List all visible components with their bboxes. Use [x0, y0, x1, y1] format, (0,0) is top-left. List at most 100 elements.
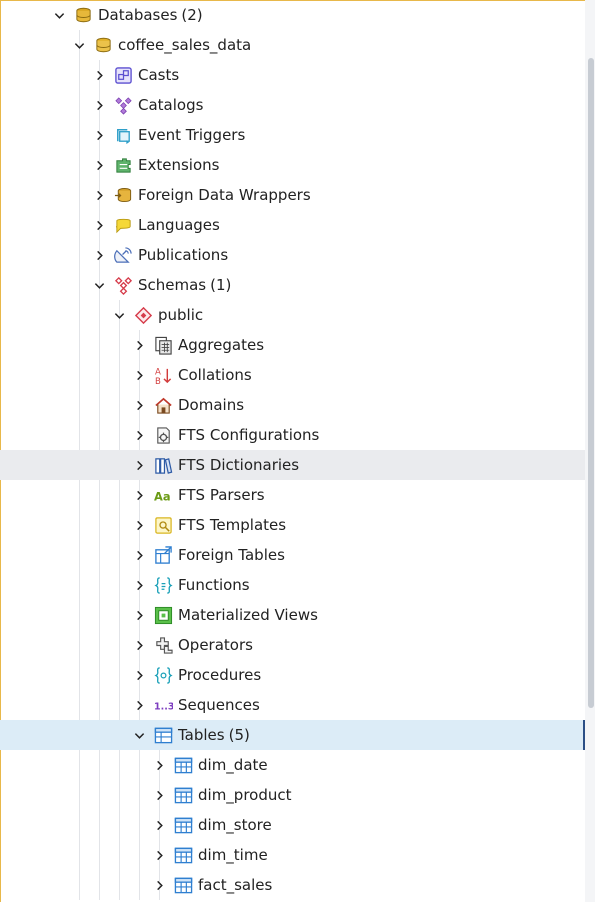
- schema-icon: [134, 306, 153, 325]
- chevron-right-icon[interactable]: [132, 548, 146, 562]
- tree-node-text: FTS Dictionaries: [178, 456, 300, 474]
- tree-node-coffee-sales-data[interactable]: coffee_sales_data: [0, 30, 585, 60]
- tree-node-label: coffee_sales_data: [118, 36, 251, 54]
- tree-node-fts-dictionaries[interactable]: FTS Dictionaries: [0, 450, 585, 480]
- tree-node-functions[interactable]: Functions: [0, 570, 585, 600]
- chevron-right-icon[interactable]: [132, 338, 146, 352]
- tree-node-collations[interactable]: A B Collations: [0, 360, 585, 390]
- tree-node-tables[interactable]: Tables (5): [0, 720, 585, 750]
- databases-icon: [74, 6, 93, 25]
- table-icon: [174, 816, 193, 835]
- tree-node-label: Databases (2): [98, 6, 203, 24]
- chevron-right-icon[interactable]: [92, 158, 106, 172]
- tree-node-aggregates[interactable]: Aggregates: [0, 330, 585, 360]
- chevron-right-icon[interactable]: [92, 248, 106, 262]
- chevron-right-icon[interactable]: [132, 638, 146, 652]
- publications-icon: [114, 246, 133, 265]
- tree-node-text: FTS Templates: [178, 516, 287, 534]
- chevron-right-icon[interactable]: [152, 818, 166, 832]
- chevron-right-icon[interactable]: [152, 878, 166, 892]
- schemas-icon: [114, 276, 133, 295]
- tree-node-public[interactable]: public: [0, 300, 585, 330]
- sequences-icon: 1..3: [154, 696, 173, 715]
- tree-node-fts-templates[interactable]: FTS Templates: [0, 510, 585, 540]
- foreign-tables-icon: [154, 546, 173, 565]
- tree-node-label: Foreign Data Wrappers: [138, 186, 311, 204]
- tree-node-text: Functions: [178, 576, 250, 594]
- chevron-right-icon[interactable]: [152, 758, 166, 772]
- chevron-right-icon[interactable]: [132, 668, 146, 682]
- tree-node-dim-date[interactable]: dim_date: [0, 750, 585, 780]
- tree-node-text: Tables: [178, 726, 225, 744]
- tree-node-text: dim_store: [198, 816, 272, 834]
- tree-node-count: (2): [181, 6, 203, 24]
- tree-node-dim-store[interactable]: dim_store: [0, 810, 585, 840]
- chevron-right-icon[interactable]: [92, 68, 106, 82]
- fts-configurations-icon: [154, 426, 173, 445]
- tree-node-foreign-tables[interactable]: Foreign Tables: [0, 540, 585, 570]
- functions-icon: [154, 576, 173, 595]
- tree-node-text: Event Triggers: [138, 126, 246, 144]
- chevron-right-icon[interactable]: [132, 368, 146, 382]
- chevron-down-icon[interactable]: [92, 278, 106, 292]
- chevron-right-icon[interactable]: [132, 488, 146, 502]
- tree-node-text: Operators: [178, 636, 253, 654]
- tree-node-databases[interactable]: Databases (2): [0, 0, 585, 30]
- tree-node-label: FTS Dictionaries: [178, 456, 299, 474]
- chevron-right-icon[interactable]: [132, 398, 146, 412]
- tree-node-label: Materialized Views: [178, 606, 318, 624]
- chevron-right-icon[interactable]: [152, 788, 166, 802]
- chevron-right-icon[interactable]: [132, 458, 146, 472]
- tree-node-label: FTS Parsers: [178, 486, 265, 504]
- chevron-down-icon[interactable]: [52, 8, 66, 22]
- chevron-right-icon[interactable]: [152, 848, 166, 862]
- tree-node-publications[interactable]: Publications: [0, 240, 585, 270]
- tree-node-schemas[interactable]: Schemas (1): [0, 270, 585, 300]
- tree-node-label: FTS Templates: [178, 516, 286, 534]
- chevron-right-icon[interactable]: [92, 218, 106, 232]
- tree-node-label: FTS Configurations: [178, 426, 319, 444]
- tree-node-label: Casts: [138, 66, 179, 84]
- chevron-down-icon[interactable]: [132, 728, 146, 742]
- tree-node-fact-sales[interactable]: fact_sales: [0, 870, 585, 900]
- tree-node-text: dim_date: [198, 756, 268, 774]
- chevron-right-icon[interactable]: [92, 128, 106, 142]
- chevron-down-icon[interactable]: [112, 308, 126, 322]
- tree-node-event-triggers[interactable]: Event Triggers: [0, 120, 585, 150]
- chevron-right-icon[interactable]: [132, 428, 146, 442]
- tree-node-casts[interactable]: Casts: [0, 60, 585, 90]
- tree-node-sequences[interactable]: 1..3 Sequences: [0, 690, 585, 720]
- tree-node-languages[interactable]: Languages: [0, 210, 585, 240]
- tree-node-fts-configurations[interactable]: FTS Configurations: [0, 420, 585, 450]
- tree-node-materialized-views[interactable]: Materialized Views: [0, 600, 585, 630]
- materialized-views-icon: [154, 606, 173, 625]
- tree-node-catalogs[interactable]: Catalogs: [0, 90, 585, 120]
- tree-node-label: Tables (5): [178, 726, 250, 744]
- tree-node-count: (5): [228, 726, 250, 744]
- tree-node-text: Foreign Tables: [178, 546, 285, 564]
- tree-node-fts-parsers[interactable]: Aa FTS Parsers: [0, 480, 585, 510]
- tree-node-dim-product[interactable]: dim_product: [0, 780, 585, 810]
- chevron-right-icon[interactable]: [132, 518, 146, 532]
- tree-node-label: dim_time: [198, 846, 268, 864]
- tree-node-extensions[interactable]: Extensions: [0, 150, 585, 180]
- domains-icon: [154, 396, 173, 415]
- foreign-data-wrappers-icon: [114, 186, 133, 205]
- tree-node-text: Sequences: [178, 696, 260, 714]
- chevron-right-icon[interactable]: [92, 188, 106, 202]
- chevron-right-icon[interactable]: [132, 698, 146, 712]
- chevron-down-icon[interactable]: [72, 38, 86, 52]
- languages-icon: [114, 216, 133, 235]
- chevron-right-icon[interactable]: [132, 608, 146, 622]
- tree-node-text: FTS Configurations: [178, 426, 320, 444]
- tree-node-procedures[interactable]: Procedures: [0, 660, 585, 690]
- tree-node-foreign-data-wrappers[interactable]: Foreign Data Wrappers: [0, 180, 585, 210]
- database-icon: [94, 36, 113, 55]
- tree-node-domains[interactable]: Domains: [0, 390, 585, 420]
- tree-node-label: public: [158, 306, 203, 324]
- scrollbar-thumb[interactable]: [588, 58, 594, 708]
- tree-node-dim-time[interactable]: dim_time: [0, 840, 585, 870]
- chevron-right-icon[interactable]: [132, 578, 146, 592]
- tree-node-operators[interactable]: Operators: [0, 630, 585, 660]
- chevron-right-icon[interactable]: [92, 98, 106, 112]
